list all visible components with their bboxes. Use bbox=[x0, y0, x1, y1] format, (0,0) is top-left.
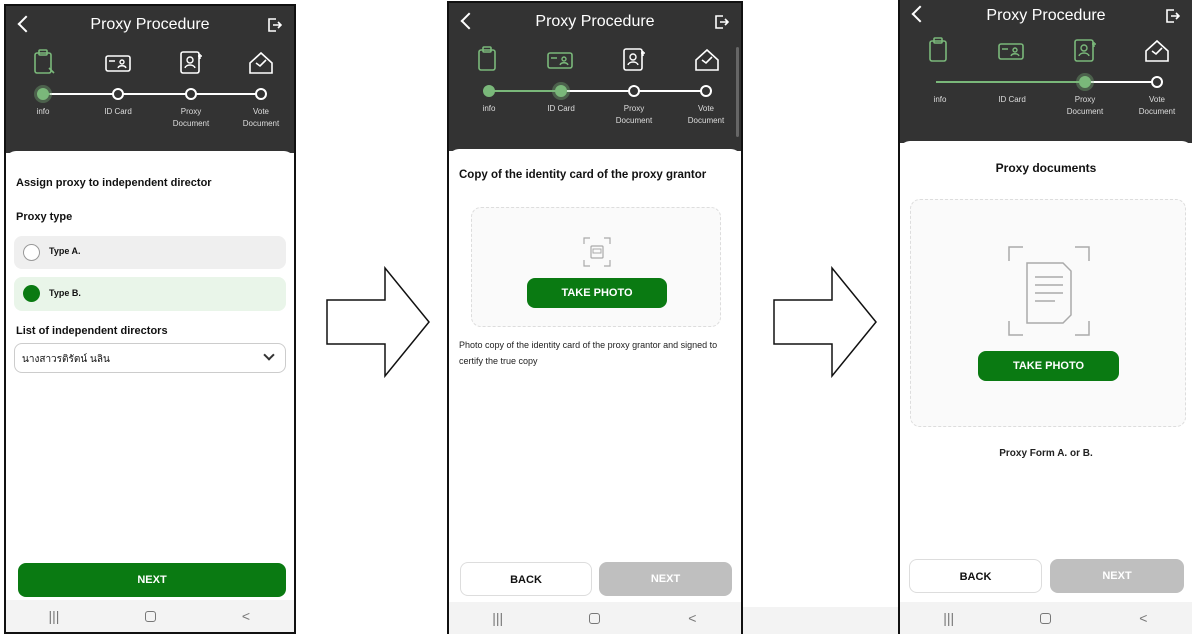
next-button[interactable]: NEXT bbox=[18, 563, 286, 597]
section-heading: Assign proxy to independent director bbox=[16, 177, 212, 189]
step-dot-vote-document bbox=[700, 85, 712, 97]
radio-option-type-b[interactable]: Type B. bbox=[14, 277, 286, 311]
step-dot-proxy-document bbox=[185, 88, 197, 100]
step-label-info: info bbox=[36, 107, 50, 116]
step-label-id-card: ID Card bbox=[547, 104, 575, 113]
step-dot-vote-document bbox=[1151, 76, 1163, 88]
proxy-type-label: Proxy type bbox=[16, 211, 73, 223]
step-dot-info bbox=[37, 88, 49, 100]
stepper: info ID Card Proxy Document Vote Documen… bbox=[900, 36, 1192, 126]
step-dot-info bbox=[483, 85, 495, 97]
logout-icon[interactable] bbox=[268, 18, 282, 32]
home-icon[interactable] bbox=[1026, 612, 1066, 624]
recent-apps-icon[interactable]: ||| bbox=[929, 610, 969, 626]
vote-ballot-icon bbox=[1145, 39, 1169, 62]
directors-label: List of independent directors bbox=[16, 325, 168, 337]
header-title: Proxy Procedure bbox=[90, 16, 210, 33]
take-photo-button[interactable]: TAKE PHOTO bbox=[527, 278, 667, 308]
phone-screen-id-card: Proxy Procedure info ID Card Proxy Docum… bbox=[447, 1, 743, 634]
step-label-proxy-document: Proxy Document bbox=[615, 104, 653, 125]
chevron-down-icon[interactable] bbox=[263, 349, 275, 361]
home-icon[interactable] bbox=[575, 612, 615, 624]
app-header: Proxy Procedure info ID Card Proxy Docum… bbox=[6, 6, 294, 153]
back-button[interactable]: BACK bbox=[460, 562, 592, 596]
clipboard-icon bbox=[478, 46, 496, 71]
next-button-disabled[interactable]: NEXT bbox=[599, 562, 732, 596]
recent-apps-icon[interactable]: ||| bbox=[34, 608, 74, 624]
document-scan-icon bbox=[1008, 246, 1090, 336]
step-dot-proxy-document bbox=[1079, 76, 1091, 88]
id-card-icon bbox=[547, 52, 573, 69]
step-dot-id-card bbox=[112, 88, 124, 100]
option-label: Type B. bbox=[49, 288, 81, 298]
vote-ballot-icon bbox=[695, 48, 719, 71]
android-nav-bar: ||| < bbox=[900, 602, 1192, 634]
app-header: Proxy Procedure info ID Card Proxy Docum… bbox=[449, 3, 741, 151]
header-title: Proxy Procedure bbox=[986, 7, 1106, 24]
step-label-vote-document: Vote Document bbox=[242, 107, 280, 128]
proxy-document-icon bbox=[180, 51, 202, 74]
radio-checked-icon[interactable] bbox=[23, 285, 40, 302]
description-text: Photo copy of the identity card of the p… bbox=[459, 340, 718, 366]
step-label-vote-document: Vote Document bbox=[687, 104, 725, 125]
content-panel: Assign proxy to independent director Pro… bbox=[6, 151, 294, 600]
next-button-disabled[interactable]: NEXT bbox=[1050, 559, 1184, 593]
step-label-proxy-document: Proxy Document bbox=[172, 107, 210, 128]
back-nav-icon[interactable]: < bbox=[1123, 610, 1163, 626]
flow-arrow-icon bbox=[773, 266, 877, 378]
logout-icon[interactable] bbox=[715, 15, 729, 29]
stepper: info ID Card Proxy Document Vote Documen… bbox=[6, 48, 294, 138]
android-nav-bar: ||| < bbox=[6, 600, 294, 632]
step-dot-proxy-document bbox=[628, 85, 640, 97]
content-panel: Copy of the identity card of the proxy g… bbox=[449, 149, 741, 602]
step-label-id-card: ID Card bbox=[998, 95, 1026, 104]
phone-screen-info: Proxy Procedure info ID Card Proxy Docum… bbox=[4, 4, 296, 634]
scrollbar[interactable] bbox=[736, 47, 739, 137]
background-strip bbox=[743, 607, 898, 634]
header-title: Proxy Procedure bbox=[535, 13, 655, 30]
caption-text: Proxy Form A. or B. bbox=[999, 448, 1093, 459]
photo-dropzone[interactable]: TAKE PHOTO bbox=[910, 199, 1186, 427]
director-select[interactable]: นางสาวรติรัตน์ นลิน bbox=[14, 343, 286, 373]
step-line bbox=[50, 93, 260, 95]
flow-arrow-icon bbox=[326, 266, 430, 378]
back-nav-icon[interactable]: < bbox=[672, 610, 712, 626]
recent-apps-icon[interactable]: ||| bbox=[478, 610, 518, 626]
photo-dropzone[interactable]: TAKE PHOTO bbox=[471, 207, 721, 327]
step-line-progress bbox=[936, 81, 1082, 83]
radio-unchecked-icon[interactable] bbox=[23, 244, 40, 261]
proxy-document-icon bbox=[1074, 39, 1096, 62]
logout-icon[interactable] bbox=[1166, 9, 1180, 23]
step-line-progress bbox=[485, 90, 557, 92]
director-selected-value: นางสาวรติรัตน์ นลิน bbox=[22, 354, 110, 365]
android-nav-bar: ||| < bbox=[449, 602, 741, 634]
step-dot-id-card bbox=[555, 85, 567, 97]
step-dot-vote-document bbox=[255, 88, 267, 100]
clipboard-icon bbox=[34, 49, 55, 74]
take-photo-button[interactable]: TAKE PHOTO bbox=[978, 351, 1119, 381]
step-label-info: info bbox=[482, 104, 496, 113]
vote-ballot-icon bbox=[249, 51, 273, 74]
step-label-info: info bbox=[933, 95, 947, 104]
phone-screen-proxy-document: Proxy Procedure info ID Card Proxy Docum… bbox=[898, 0, 1192, 634]
id-card-scan-icon bbox=[583, 237, 611, 267]
id-card-icon bbox=[998, 43, 1024, 60]
radio-option-type-a[interactable]: Type A. bbox=[14, 236, 286, 269]
step-label-vote-document: Vote Document bbox=[1138, 95, 1176, 116]
step-label-proxy-document: Proxy Document bbox=[1066, 95, 1104, 116]
stepper: info ID Card Proxy Document Vote Documen… bbox=[449, 45, 741, 135]
id-card-icon bbox=[105, 55, 131, 72]
option-label: Type A. bbox=[49, 246, 81, 256]
back-nav-icon[interactable]: < bbox=[226, 608, 266, 624]
clipboard-icon bbox=[929, 37, 947, 62]
section-heading: Proxy documents bbox=[995, 161, 1097, 175]
app-header: Proxy Procedure info ID Card Proxy Docum… bbox=[900, 0, 1192, 143]
step-label-id-card: ID Card bbox=[104, 107, 132, 116]
proxy-document-icon bbox=[623, 48, 645, 71]
content-panel: Proxy documents TAKE PHOTO Proxy Form A.… bbox=[900, 141, 1192, 602]
section-heading: Copy of the identity card of the proxy g… bbox=[459, 169, 707, 181]
back-button[interactable]: BACK bbox=[909, 559, 1042, 593]
home-icon[interactable] bbox=[130, 610, 170, 622]
